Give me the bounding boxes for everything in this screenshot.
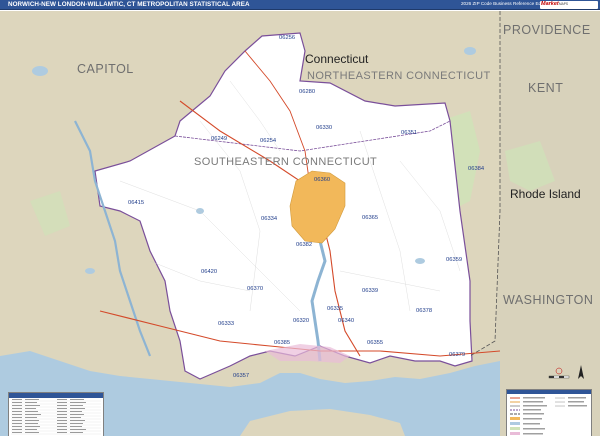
zip-label: 06357: [233, 373, 250, 379]
region-label-providence: PROVIDENCE: [503, 23, 591, 37]
brand-sub: MAPS: [559, 1, 569, 6]
zip-label: 06370: [247, 286, 264, 292]
zip-label: 06280: [299, 89, 316, 95]
zip-legend-table: [8, 392, 104, 436]
region-label-northeastern: NORTHEASTERN CONNECTICUT: [307, 70, 491, 82]
state-label-connecticut: Connecticut: [305, 52, 369, 66]
title-bar: NORWICH-NEW LONDON-WILLAMTIC, CT METROPO…: [0, 0, 600, 10]
scale-bar: [548, 367, 570, 383]
map-title: NORWICH-NEW LONDON-WILLAMTIC, CT METROPO…: [8, 1, 250, 8]
lake: [464, 47, 476, 55]
state-label-rhode-island: Rhode Island: [510, 187, 581, 201]
zip-label: 06365: [362, 215, 379, 221]
zip-label: 06333: [218, 321, 235, 327]
zip-label: 06415: [128, 200, 145, 206]
brand-logo: Market MAPS: [540, 1, 598, 9]
zip-label: 06382: [296, 242, 313, 248]
zip-label: 06385: [274, 340, 291, 346]
zip-label: 06335: [327, 306, 344, 312]
zip-label: 06256: [279, 35, 296, 41]
map-canvas[interactable]: Connecticut NORTHEASTERN CONNECTICUT CAP…: [0, 11, 600, 436]
region-label-kent: KENT: [528, 81, 564, 95]
zip-label: 06249: [211, 136, 228, 142]
zip-label: 06351: [401, 130, 418, 136]
map-edition: 2026 ZIP Code Business Reference Edition: [461, 1, 550, 6]
lake: [85, 268, 95, 274]
region-label-capitol: CAPITOL: [77, 62, 134, 76]
zip-label: 06379: [449, 352, 466, 358]
brand-name: Market: [541, 1, 559, 7]
zip-label: 06355: [367, 340, 384, 346]
zip-label: 06359: [446, 257, 463, 263]
region-label-southeastern: SOUTHEASTERN CONNECTICUT: [194, 156, 378, 168]
zip-label: 06320: [293, 318, 310, 324]
region-label-washington: WASHINGTON: [503, 293, 594, 307]
zip-label: 06384: [468, 166, 485, 172]
zip-label: 06339: [362, 288, 379, 294]
zip-label: 06420: [201, 269, 218, 275]
zip-label: 06334: [261, 216, 278, 222]
zip-label: 06330: [316, 125, 333, 131]
zip-label: 06360: [314, 177, 331, 183]
north-arrow-icon: [574, 365, 588, 381]
lake: [32, 66, 48, 76]
zip-legend-rows: [11, 399, 101, 435]
map-legend-symbols: [507, 390, 591, 435]
lake: [415, 258, 425, 264]
zip-label: 06254: [260, 138, 277, 144]
map-frame: NORWICH-NEW LONDON-WILLAMTIC, CT METROPO…: [0, 0, 600, 436]
zip-label: 06340: [338, 318, 355, 324]
zip-label: 06378: [416, 308, 433, 314]
map-legend: [506, 389, 592, 436]
